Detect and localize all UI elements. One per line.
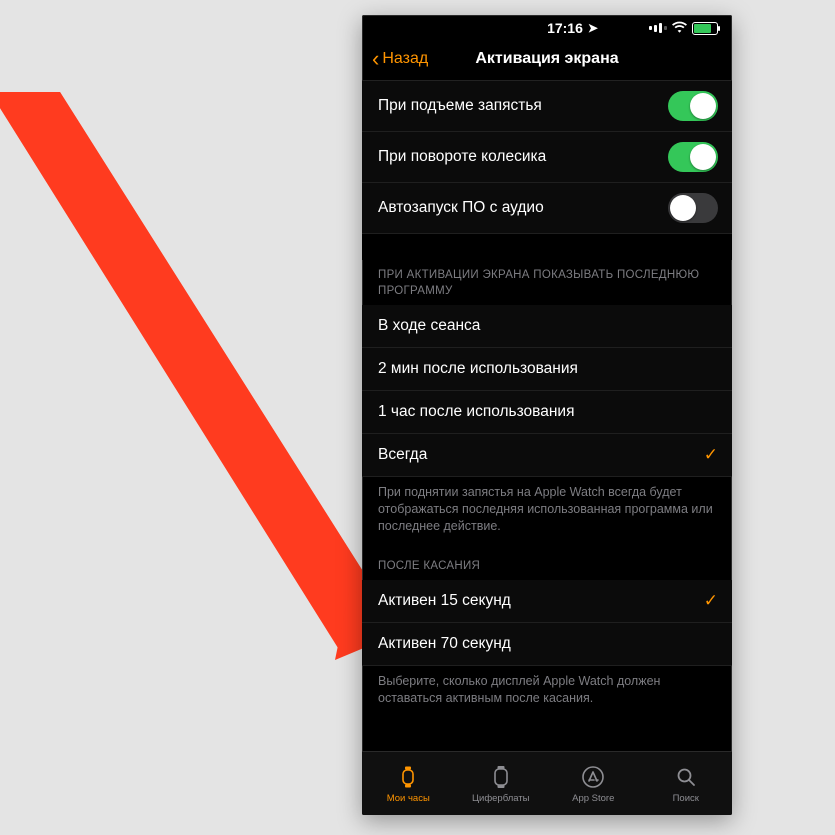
tab-app-store[interactable]: App Store xyxy=(547,752,640,815)
toggle-row-audio-autolaunch[interactable]: Автозапуск ПО с аудио xyxy=(362,183,732,234)
checkmark-icon: ✓ xyxy=(704,591,718,611)
toggle-row-crown-rotate[interactable]: При повороте колесика xyxy=(362,132,732,183)
toggle-switch[interactable] xyxy=(668,193,718,223)
section-footer-last-app: При поднятии запястья на Apple Watch все… xyxy=(362,477,732,545)
section-header-after-tap: ПОСЛЕ КАСАНИЯ xyxy=(362,545,732,581)
search-icon xyxy=(674,764,698,790)
location-icon: ➤ xyxy=(588,21,598,35)
option-while-session[interactable]: В ходе сеанса xyxy=(362,305,732,348)
watch-icon xyxy=(396,764,420,790)
section-footer-after-tap: Выберите, сколько дисплей Apple Watch до… xyxy=(362,666,732,717)
page-title: Активация экрана xyxy=(362,50,732,68)
status-bar: 17:16 ➤ xyxy=(362,15,732,37)
section-header-last-app: ПРИ АКТИВАЦИИ ЭКРАНА ПОКАЗЫВАТЬ ПОСЛЕДНЮ… xyxy=(362,260,732,305)
tab-search[interactable]: Поиск xyxy=(640,752,733,815)
tab-faces[interactable]: Циферблаты xyxy=(455,752,548,815)
status-time: 17:16 xyxy=(547,20,583,36)
content: При подъеме запястья При повороте колеси… xyxy=(362,81,732,751)
option-1hour[interactable]: 1 час после использования xyxy=(362,391,732,434)
annotation-arrow xyxy=(0,92,410,662)
battery-icon xyxy=(692,22,718,35)
wifi-icon xyxy=(672,21,687,36)
checkmark-icon: ✓ xyxy=(704,445,718,465)
toggle-switch[interactable] xyxy=(668,142,718,172)
toggle-switch[interactable] xyxy=(668,91,718,121)
appstore-icon xyxy=(581,764,605,790)
tab-my-watch[interactable]: Мои часы xyxy=(362,752,455,815)
cellular-icon xyxy=(649,23,667,33)
phone-frame: 17:16 ➤ ‹ Назад Активация экрана При под… xyxy=(362,15,732,815)
faces-icon xyxy=(489,764,513,790)
toggle-row-wrist-raise[interactable]: При подъеме запястья xyxy=(362,81,732,132)
option-active-70s[interactable]: Активен 70 секунд xyxy=(362,623,732,666)
tab-bar: Мои часы Циферблаты App Store Поиск xyxy=(362,751,732,815)
option-2min[interactable]: 2 мин после использования xyxy=(362,348,732,391)
option-always[interactable]: Всегда ✓ xyxy=(362,434,732,477)
option-active-15s[interactable]: Активен 15 секунд ✓ xyxy=(362,580,732,623)
nav-bar: ‹ Назад Активация экрана xyxy=(362,37,732,81)
